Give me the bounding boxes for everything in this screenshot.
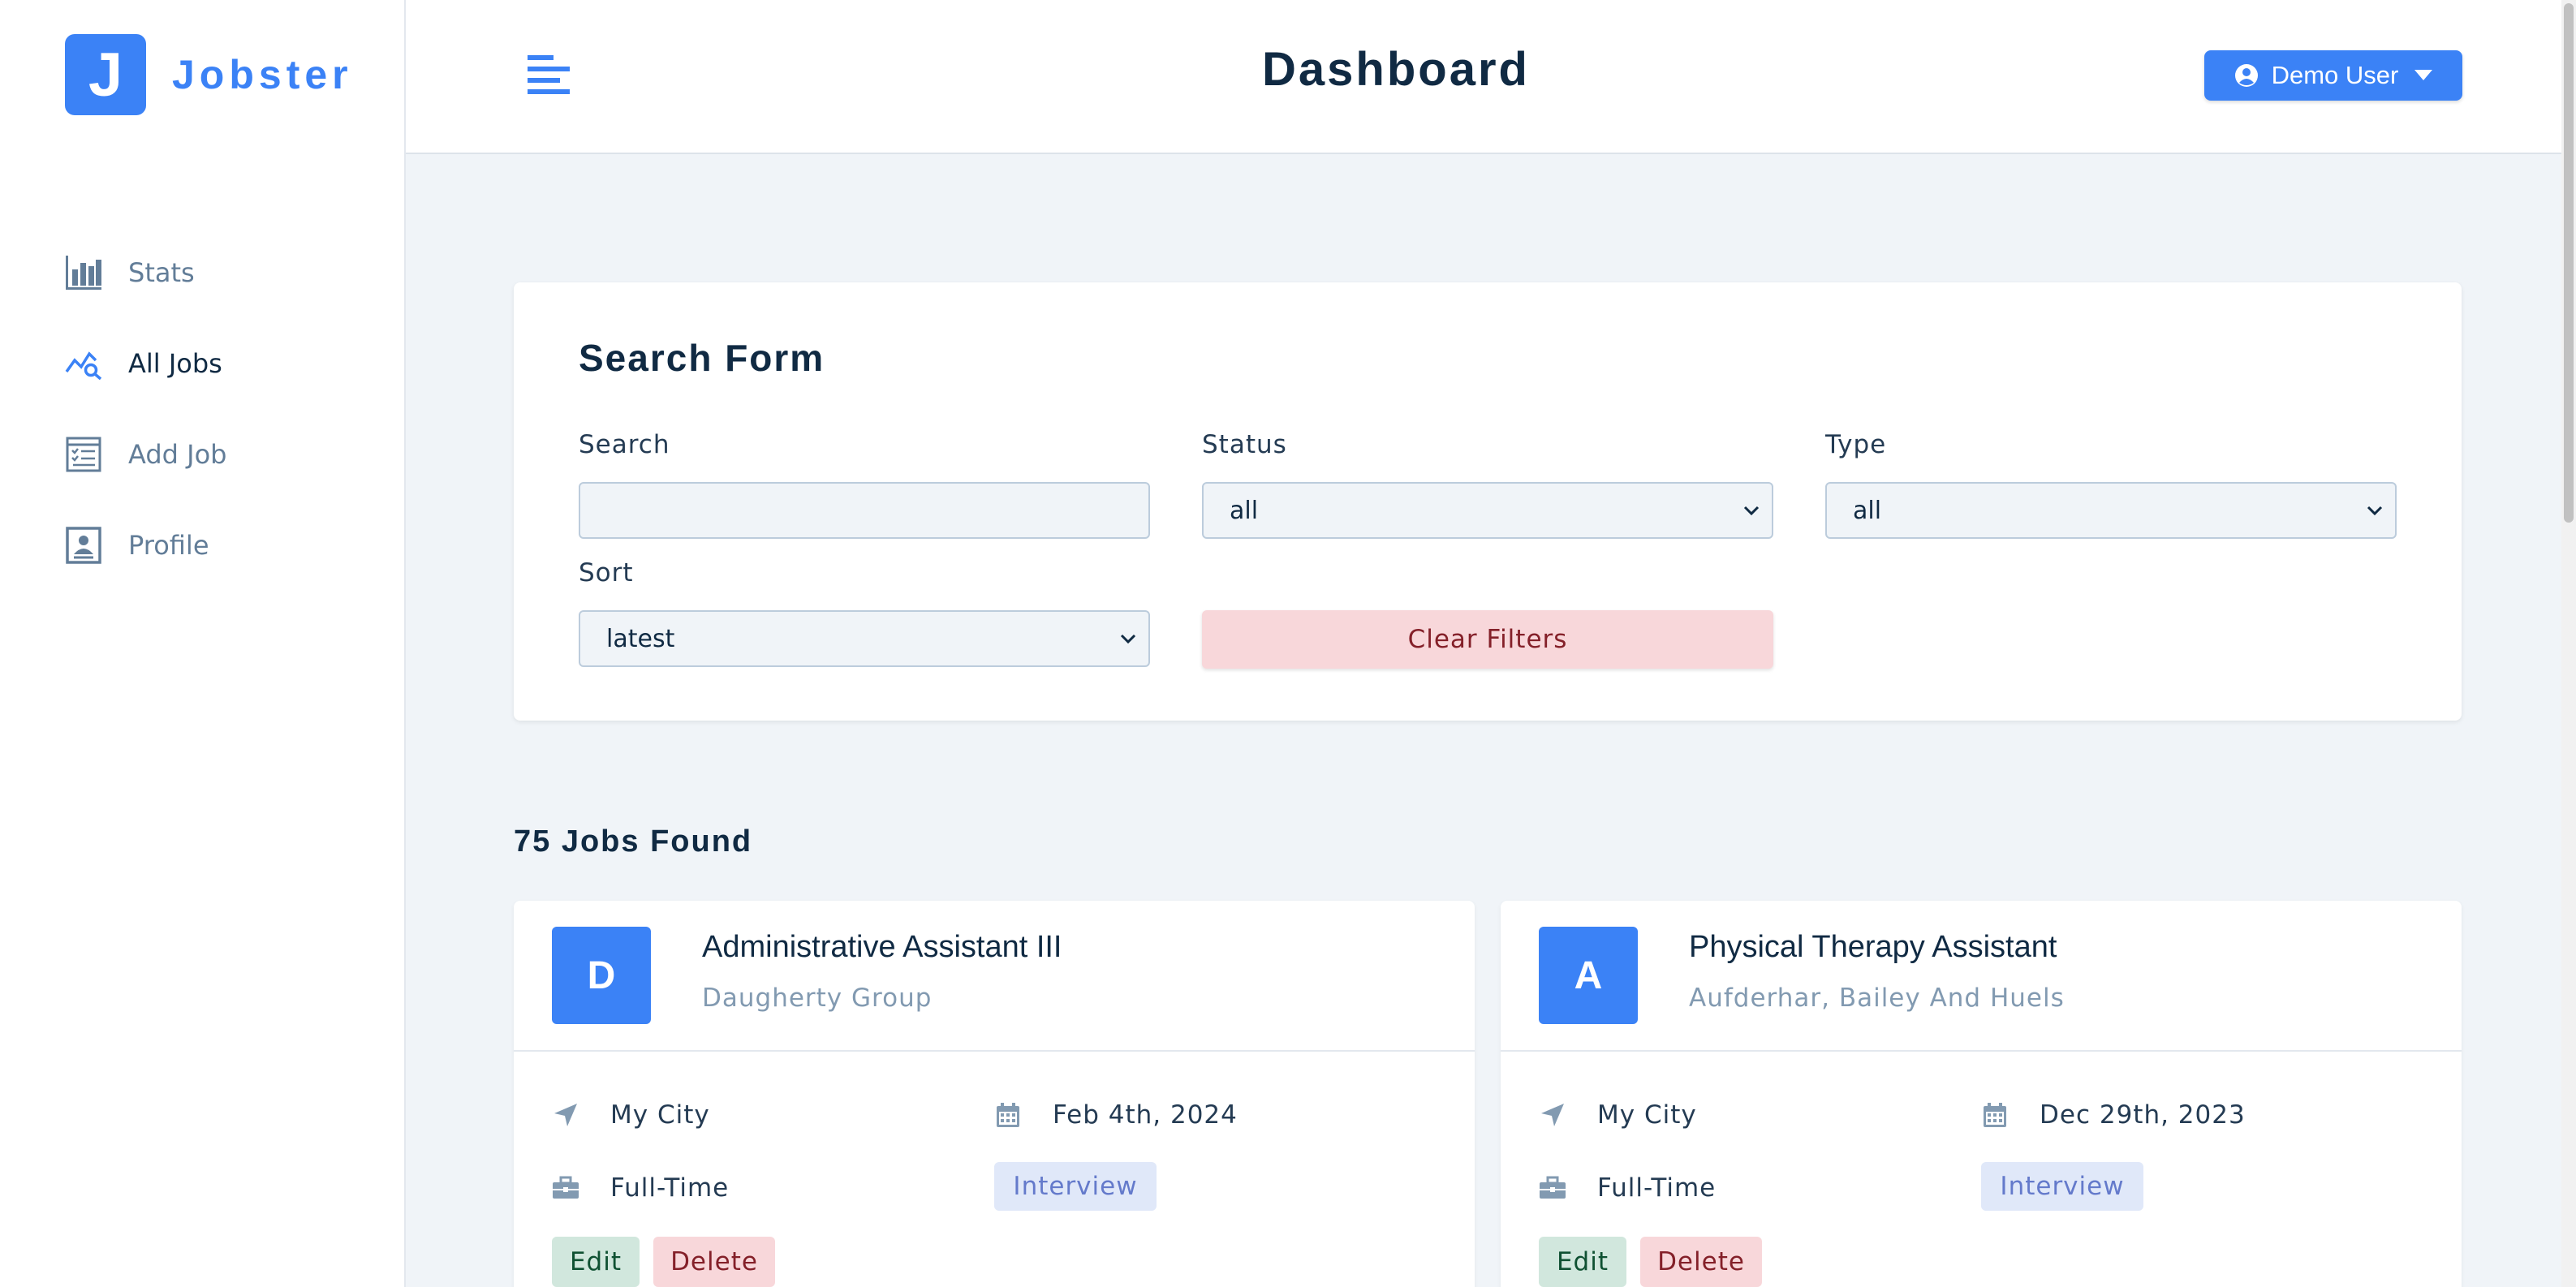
query-stats-icon xyxy=(65,345,102,382)
sidebar-item-profile[interactable]: Profile xyxy=(65,500,226,591)
form-icon xyxy=(65,436,102,473)
company-avatar: D xyxy=(552,927,651,1024)
job-card: D Administrative Assistant III Daugherty… xyxy=(514,901,1475,1287)
job-location: My City xyxy=(1539,1100,1697,1130)
user-circle-icon xyxy=(2234,64,2258,87)
job-card-header: D Administrative Assistant III Daugherty… xyxy=(514,901,1475,1052)
top-navbar: Dashboard Demo User xyxy=(406,0,2576,154)
profile-card-icon xyxy=(65,527,102,564)
search-input[interactable] xyxy=(579,482,1150,539)
page-title: Dashboard xyxy=(1262,43,1530,96)
job-position: Administrative Assistant III xyxy=(702,930,1062,964)
job-date-text: Dec 29th, 2023 xyxy=(2040,1100,2246,1130)
sidebar-item-label: Add Job xyxy=(128,439,227,470)
sidebar-nav: Stats All Jobs Add Job Profile xyxy=(65,227,226,591)
type-select-value: all xyxy=(1853,496,1882,525)
delete-button[interactable]: Delete xyxy=(1640,1237,1762,1287)
job-type-text: Full-Time xyxy=(610,1173,730,1203)
job-card-header: A Physical Therapy Assistant Aufderhar, … xyxy=(1501,901,2462,1052)
logo-text: Jobster xyxy=(172,52,353,97)
type-select[interactable]: all xyxy=(1825,482,2397,539)
type-label: Type xyxy=(1825,430,1887,459)
location-arrow-icon xyxy=(1539,1101,1566,1129)
jobs-found-count: 75 Jobs Found xyxy=(514,824,753,859)
sidebar-item-label: Profile xyxy=(128,530,209,561)
job-location: My City xyxy=(552,1100,710,1130)
status-badge: Interview xyxy=(994,1162,1157,1211)
briefcase-icon xyxy=(552,1174,579,1202)
job-date: Feb 4th, 2024 xyxy=(994,1100,1238,1130)
sidebar-item-label: Stats xyxy=(128,257,195,288)
user-name: Demo User xyxy=(2271,61,2399,89)
chevron-down-icon xyxy=(1743,506,1760,516)
logo[interactable]: J Jobster xyxy=(65,34,353,115)
job-location-text: My City xyxy=(1597,1100,1697,1130)
location-arrow-icon xyxy=(552,1101,579,1129)
sort-select[interactable]: latest xyxy=(579,610,1150,667)
calendar-icon xyxy=(1981,1101,2009,1129)
sidebar-item-add-job[interactable]: Add Job xyxy=(65,409,226,500)
search-label: Search xyxy=(579,430,670,459)
status-badge: Interview xyxy=(1981,1162,2143,1211)
edit-button[interactable]: Edit xyxy=(552,1237,640,1287)
job-company: Daugherty Group xyxy=(702,984,933,1013)
job-type-text: Full-Time xyxy=(1597,1173,1717,1203)
bar-chart-icon xyxy=(65,254,102,291)
chevron-down-icon xyxy=(1120,634,1136,644)
sidebar: J Jobster Stats All Jobs Add Job Profile xyxy=(0,0,406,1287)
user-menu-button[interactable]: Demo User xyxy=(2204,50,2462,101)
briefcase-icon xyxy=(1539,1174,1566,1202)
sidebar-item-all-jobs[interactable]: All Jobs xyxy=(65,318,226,409)
caret-down-icon xyxy=(2414,70,2433,80)
status-label: Status xyxy=(1202,430,1287,459)
calendar-icon xyxy=(994,1101,1022,1129)
search-form: Search Form Search Status all Type all S… xyxy=(514,282,2462,721)
job-location-text: My City xyxy=(610,1100,710,1130)
status-select-value: all xyxy=(1230,496,1259,525)
status-select[interactable]: all xyxy=(1202,482,1773,539)
edit-button[interactable]: Edit xyxy=(1539,1237,1626,1287)
sidebar-item-label: All Jobs xyxy=(128,348,222,379)
clear-filters-button[interactable]: Clear Filters xyxy=(1202,610,1773,669)
chevron-down-icon xyxy=(2367,506,2383,516)
job-company: Aufderhar, Bailey And Huels xyxy=(1689,984,2065,1013)
page-scrollbar[interactable] xyxy=(2561,0,2576,1287)
scrollbar-thumb[interactable] xyxy=(2564,3,2574,523)
sidebar-item-stats[interactable]: Stats xyxy=(65,227,226,318)
sort-select-value: latest xyxy=(606,624,675,653)
job-date: Dec 29th, 2023 xyxy=(1981,1100,2246,1130)
job-type: Full-Time xyxy=(552,1173,729,1203)
search-form-title: Search Form xyxy=(579,337,825,379)
job-date-text: Feb 4th, 2024 xyxy=(1053,1100,1238,1130)
job-position: Physical Therapy Assistant xyxy=(1689,930,2057,964)
company-avatar: A xyxy=(1539,927,1638,1024)
logo-mark: J xyxy=(65,34,146,115)
job-card: A Physical Therapy Assistant Aufderhar, … xyxy=(1501,901,2462,1287)
sort-label: Sort xyxy=(579,558,634,588)
job-type: Full-Time xyxy=(1539,1173,1716,1203)
delete-button[interactable]: Delete xyxy=(653,1237,775,1287)
